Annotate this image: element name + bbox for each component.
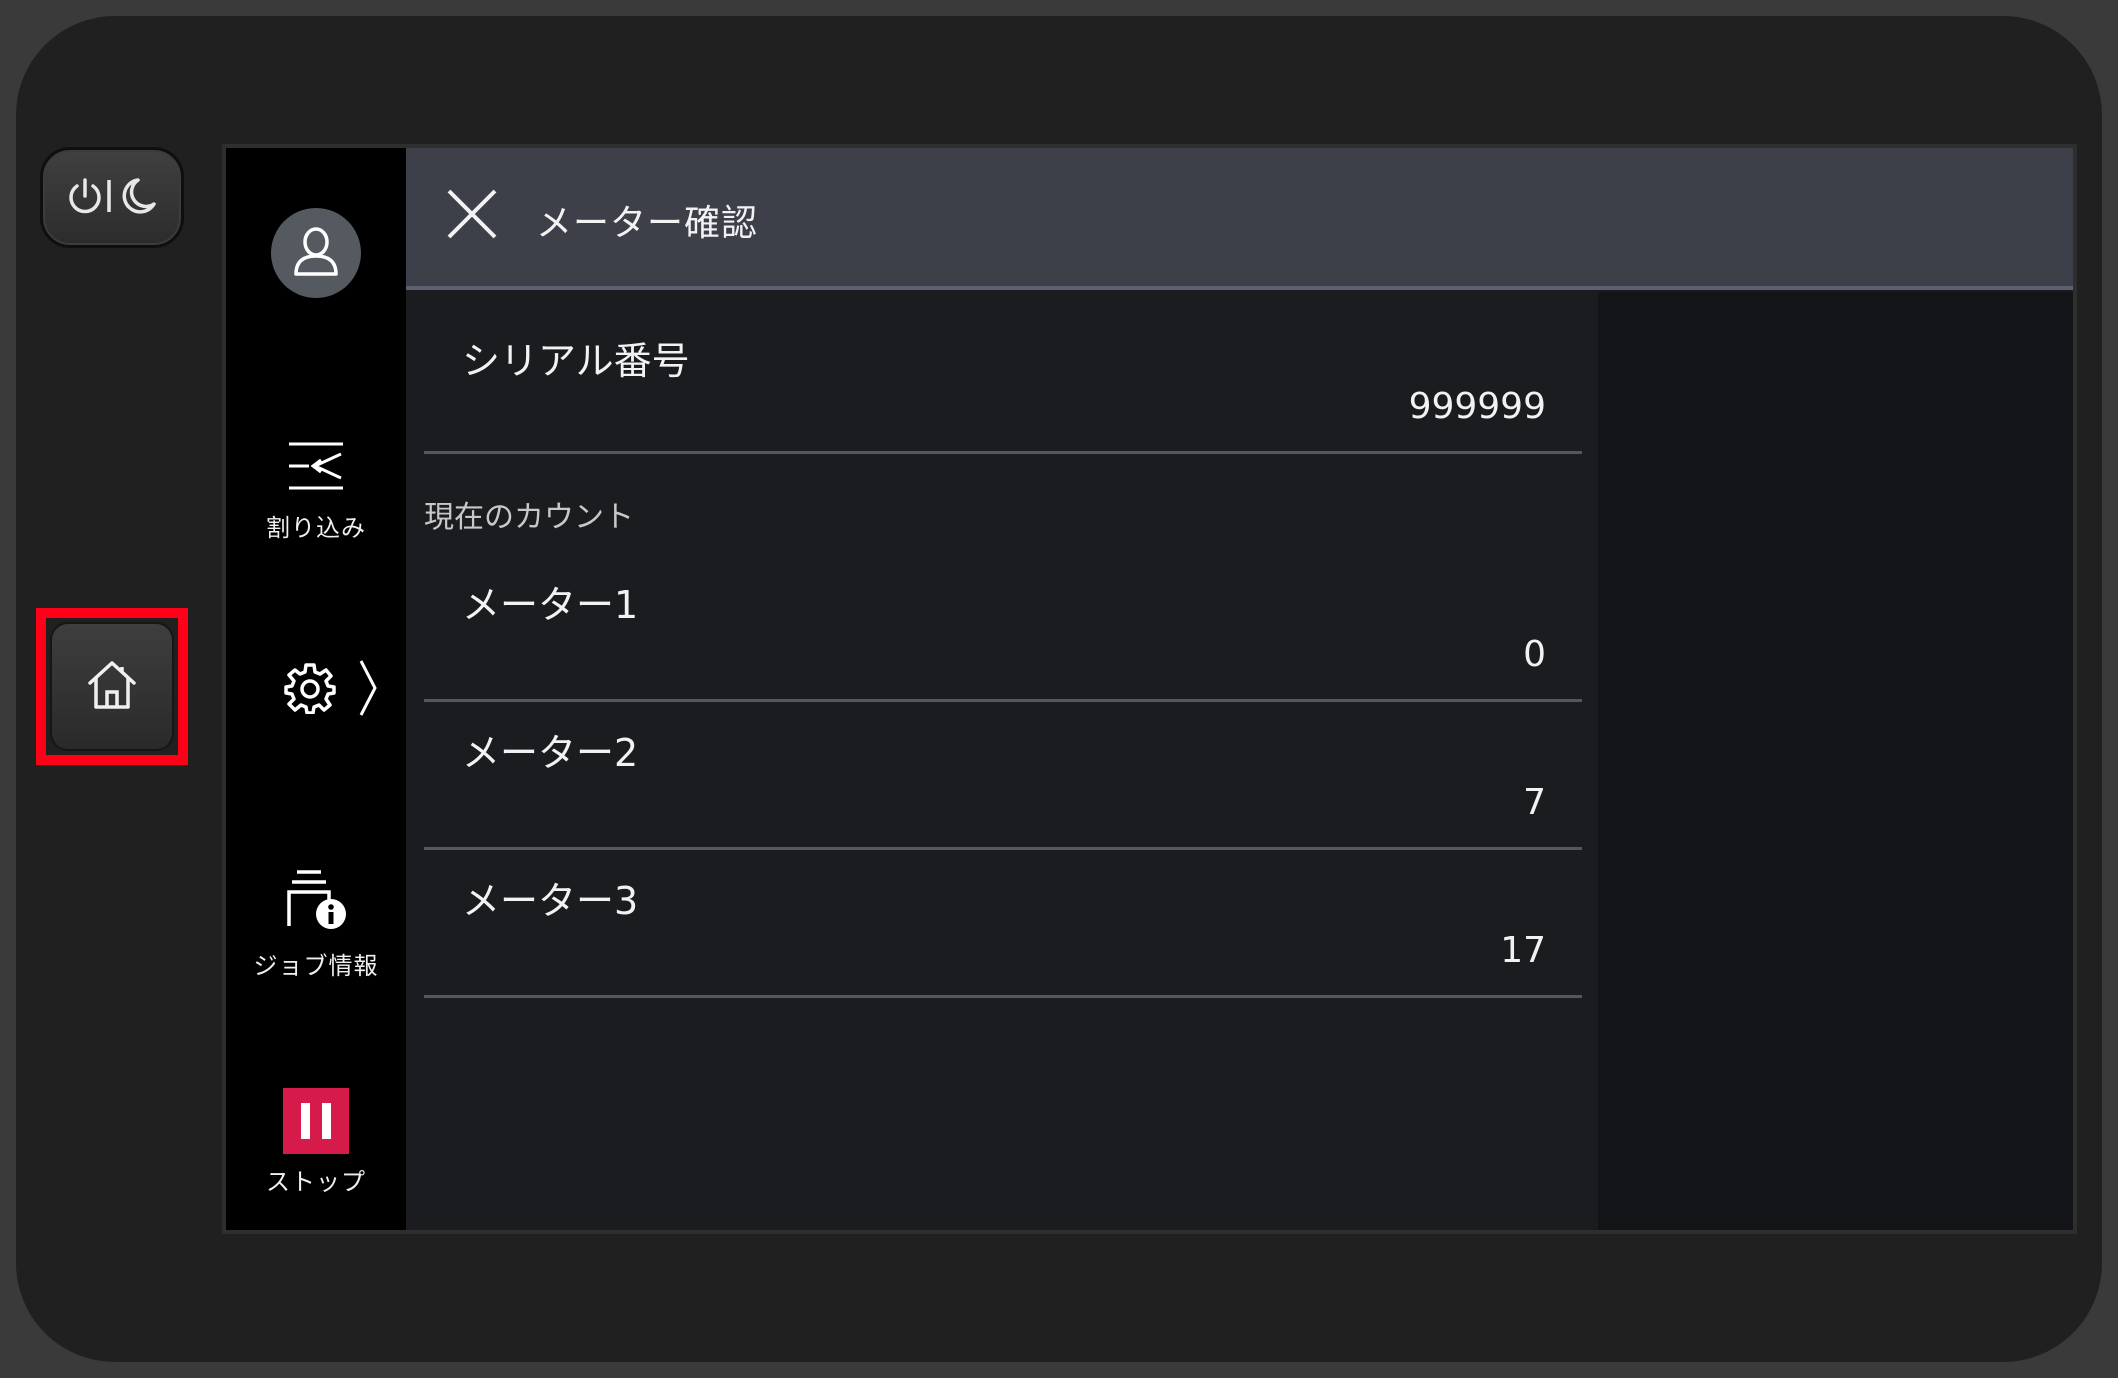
settings-button[interactable] xyxy=(284,658,378,722)
meter-label: メーター2 xyxy=(462,731,639,775)
job-info-label: ジョブ情報 xyxy=(253,952,379,980)
meter-label: メーター1 xyxy=(462,583,639,627)
current-count-heading: 現在のカウント xyxy=(424,500,634,535)
gear-icon xyxy=(284,662,336,718)
chevron-right-icon xyxy=(358,658,378,722)
meter-value: 7 xyxy=(1523,782,1546,823)
serial-number-value: 999999 xyxy=(1408,386,1546,427)
right-pane xyxy=(1598,292,2073,1230)
stop-button[interactable]: ストップ xyxy=(226,1088,406,1197)
close-button[interactable] xyxy=(442,186,502,246)
meter-value: 17 xyxy=(1500,930,1546,971)
sidebar: 割り込み ジョブ情報 ストップ xyxy=(226,148,406,1230)
user-button[interactable] xyxy=(271,208,361,298)
power-sleep-icon xyxy=(66,174,158,222)
meter-label: メーター3 xyxy=(462,879,639,923)
header-bar: メーター確認 xyxy=(406,148,2073,290)
serial-number-label: シリアル番号 xyxy=(462,339,690,383)
close-icon xyxy=(445,187,499,245)
job-info-button[interactable]: ジョブ情報 xyxy=(226,868,406,981)
serial-number-row: シリアル番号 999999 xyxy=(424,292,1582,454)
home-button[interactable] xyxy=(52,624,172,749)
power-sleep-button[interactable] xyxy=(40,147,184,248)
touch-screen: 割り込み ジョブ情報 ストップ メーター確認 シリアル番号 999999 現在の… xyxy=(222,144,2077,1234)
stop-icon xyxy=(283,1088,349,1154)
interrupt-button[interactable]: 割り込み xyxy=(226,438,406,543)
meter-row: メーター2 7 xyxy=(424,702,1582,850)
user-icon xyxy=(292,225,340,281)
job-info-icon xyxy=(283,868,349,938)
interrupt-label: 割り込み xyxy=(266,514,366,542)
meter-value: 0 xyxy=(1523,634,1546,675)
page-title: メーター確認 xyxy=(536,203,759,244)
meter-row: メーター1 0 xyxy=(424,554,1582,702)
home-icon xyxy=(85,659,139,715)
meter-row: メーター3 17 xyxy=(424,850,1582,998)
meter-list: シリアル番号 999999 現在のカウント メーター1 0 メーター2 7 メー… xyxy=(406,292,1598,1230)
stop-label: ストップ xyxy=(266,1168,366,1196)
interrupt-icon xyxy=(285,438,347,500)
